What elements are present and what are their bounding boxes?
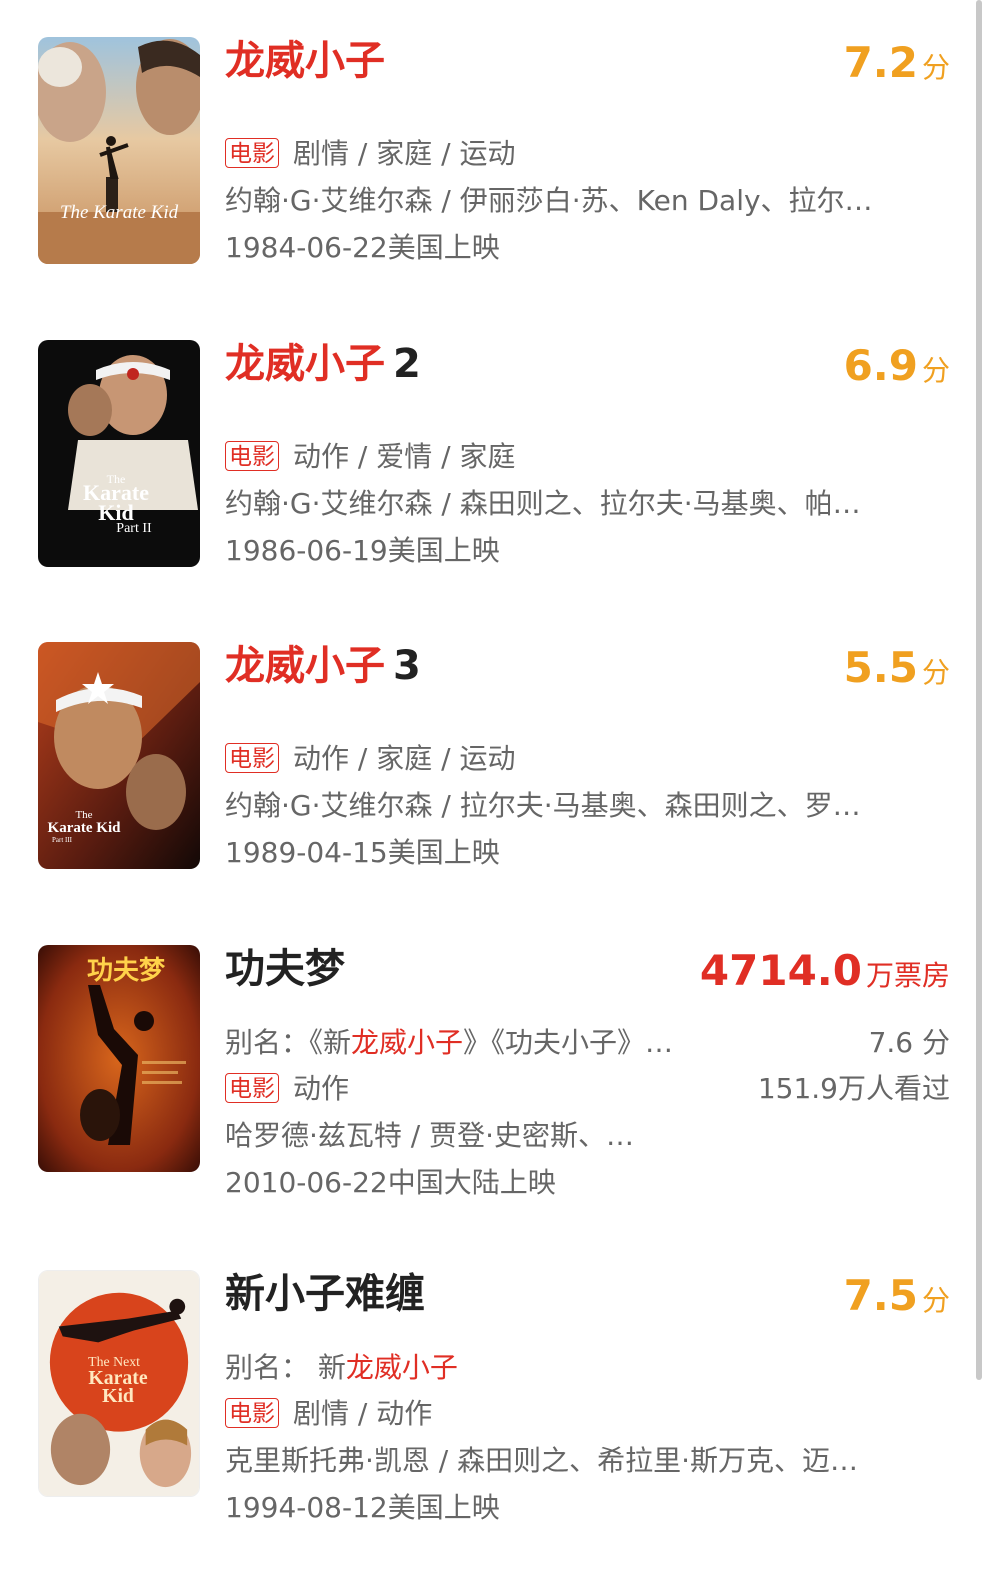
movie-title-text: 龙威小子 xyxy=(225,341,385,387)
type-badge: 电影 xyxy=(225,441,279,471)
movie-title-number: 3 xyxy=(393,643,421,689)
viewers-count: 151.9万人看过 xyxy=(757,1072,950,1105)
alias-suffix: 》《功夫小子》… xyxy=(463,1026,674,1059)
movie-title-text: 龙威小子 xyxy=(225,38,385,84)
svg-text:Part II: Part II xyxy=(116,521,152,536)
movie-people: 约翰·G·艾维尔森 / 伊丽莎白·苏、Ken Daly、拉尔… xyxy=(225,184,873,217)
poster-image: The Next Karate Kid xyxy=(39,1271,199,1496)
movie-people: 约翰·G·艾维尔森 / 森田则之、拉尔夫·马基奥、帕… xyxy=(225,487,861,520)
movie-poster[interactable]: The Next Karate Kid xyxy=(38,1270,200,1497)
movie-release: 1986-06-19美国上映 xyxy=(225,534,500,567)
movie-score: 7.5 分 xyxy=(844,1268,950,1324)
svg-text:Part III: Part III xyxy=(52,836,73,844)
movie-release: 1989-04-15美国上映 xyxy=(225,836,500,869)
movie-genres-row: 电影 动作 / 爱情 / 家庭 xyxy=(225,437,515,477)
movie-title[interactable]: 龙威小子 2 xyxy=(225,336,421,392)
movie-genres-row: 电影 剧情 / 家庭 / 运动 xyxy=(225,134,515,174)
movie-title[interactable]: 龙威小子 xyxy=(225,33,393,89)
score-value: 7.2 xyxy=(843,38,918,87)
box-office: 4714.0 万票房 xyxy=(700,943,950,999)
type-badge: 电影 xyxy=(225,138,279,168)
movie-release: 1994-08-12美国上映 xyxy=(225,1491,500,1524)
movie-alias: 别名： 新龙威小子 xyxy=(225,1348,458,1388)
poster-title-text: The Karate Kid xyxy=(60,202,179,223)
score-value: 7.5 xyxy=(843,1271,918,1320)
movie-score: 7.2 分 xyxy=(844,35,950,91)
movie-score-text: 7.6 分 xyxy=(868,1026,950,1059)
movie-genres-row: 电影 动作 xyxy=(225,1069,349,1109)
movie-title-text: 龙威小子 xyxy=(225,643,385,689)
svg-text:Karate Kid: Karate Kid xyxy=(48,820,122,836)
alias-highlight: 龙威小子 xyxy=(345,1351,458,1384)
movie-poster[interactable]: The Karate Kid Part II xyxy=(38,340,200,567)
genres-text: 剧情 / 动作 xyxy=(293,1397,433,1430)
poster-image: The Karate Kid Part II xyxy=(38,340,200,567)
poster-image: The Karate Kid Part III xyxy=(38,642,200,869)
type-badge: 电影 xyxy=(225,1398,279,1428)
box-office-unit: 万票房 xyxy=(865,959,950,992)
search-results-list: The Karate Kid 龙威小子 7.2 分 电影 剧情 / 家庭 / 运动 … xyxy=(0,0,1000,1582)
score-unit: 分 xyxy=(921,354,950,387)
alias-prefix: 别名： 新 xyxy=(225,1351,346,1384)
movie-title[interactable]: 龙威小子 3 xyxy=(225,638,421,694)
movie-release: 1984-06-22美国上映 xyxy=(225,231,500,264)
genres-text: 动作 / 家庭 / 运动 xyxy=(293,742,516,775)
movie-title[interactable]: 功夫梦 xyxy=(225,941,345,997)
score-unit: 分 xyxy=(921,1284,950,1317)
type-badge: 电影 xyxy=(225,743,279,773)
score-unit: 分 xyxy=(921,51,950,84)
genres-text: 动作 / 爱情 / 家庭 xyxy=(293,440,516,473)
movie-title[interactable]: 新小子难缠 xyxy=(225,1266,425,1322)
movie-genres-row: 电影 剧情 / 动作 xyxy=(225,1394,432,1434)
score-unit: 分 xyxy=(921,656,950,689)
score-value: 6.9 xyxy=(843,341,918,390)
score-value: 5.5 xyxy=(843,643,918,692)
type-badge: 电影 xyxy=(225,1073,279,1103)
poster-image: The Karate Kid xyxy=(38,37,200,264)
alias-prefix: 别名：《新 xyxy=(225,1026,352,1059)
movie-release: 2010-06-22中国大陆上映 xyxy=(225,1166,556,1199)
movie-title-number: 2 xyxy=(393,341,421,387)
movie-alias: 别名：《新龙威小子》《功夫小子》… xyxy=(225,1023,715,1063)
movie-genres-row: 电影 动作 / 家庭 / 运动 xyxy=(225,739,515,779)
movie-poster[interactable]: The Karate Kid xyxy=(38,37,200,264)
poster-title-text: 功夫梦 xyxy=(87,956,166,986)
genres-text: 动作 xyxy=(293,1072,350,1105)
alias-highlight: 龙威小子 xyxy=(351,1026,464,1059)
movie-score: 5.5 分 xyxy=(844,640,950,696)
movie-poster[interactable]: 功夫梦 xyxy=(38,945,200,1172)
genres-text: 剧情 / 家庭 / 运动 xyxy=(293,137,516,170)
box-office-value: 4714.0 xyxy=(699,946,862,995)
movie-poster[interactable]: The Karate Kid Part III xyxy=(38,642,200,869)
poster-image: 功夫梦 xyxy=(38,945,200,1172)
scrollbar[interactable] xyxy=(976,0,982,1380)
svg-text:Kid: Kid xyxy=(102,1385,134,1407)
movie-people: 克里斯托弗·凯恩 / 森田则之、希拉里·斯万克、迈… xyxy=(225,1444,859,1477)
movie-score: 6.9 分 xyxy=(844,338,950,394)
movie-people: 约翰·G·艾维尔森 / 拉尔夫·马基奥、森田则之、罗… xyxy=(225,789,861,822)
movie-people: 哈罗德·兹瓦特 / 贾登·史密斯、… xyxy=(225,1119,635,1152)
